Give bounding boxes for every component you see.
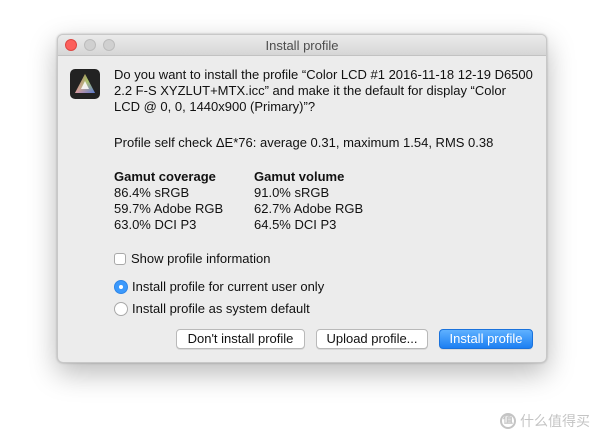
watermark-icon: 值 [500,413,516,429]
show-profile-info-option[interactable]: Show profile information [114,251,270,267]
watermark-text: 什么值得买 [520,413,590,429]
app-icon [70,69,100,99]
gamut-volume-row: 62.7% Adobe RGB [254,201,364,216]
install-current-user-radio[interactable] [114,280,128,294]
install-system-default-option[interactable]: Install profile as system default [114,301,310,317]
install-system-default-label: Install profile as system default [132,301,310,316]
gamut-coverage-row: 86.4% sRGB [114,185,190,200]
gamut-coverage-header: Gamut coverage [114,169,216,184]
install-question: Do you want to install the profile “Colo… [114,67,533,114]
install-profile-window: Install profile Do you want to install t… [57,34,547,363]
gamut-coverage-row: 59.7% Adobe RGB [114,201,224,216]
gamut-volume-row: 91.0% sRGB [254,185,330,200]
self-check-summary: Profile self check ΔE*76: average 0.31, … [114,135,494,150]
install-profile-button[interactable]: Install profile [439,329,533,349]
install-system-default-radio[interactable] [114,302,128,316]
gamut-coverage-row: 63.0% DCI P3 [114,217,197,232]
titlebar: Install profile [58,35,546,56]
show-profile-info-label: Show profile information [131,251,271,266]
dont-install-button[interactable]: Don't install profile [176,329,305,349]
gamut-volume-header: Gamut volume [254,169,345,184]
show-profile-info-checkbox[interactable] [114,253,126,265]
gamut-volume-column: Gamut volume 91.0% sRGB 62.7% Adobe RGB … [254,169,363,233]
upload-profile-button[interactable]: Upload profile... [316,329,428,349]
install-current-user-option[interactable]: Install profile for current user only [114,279,324,295]
install-current-user-label: Install profile for current user only [132,279,325,294]
gamut-coverage-column: Gamut coverage 86.4% sRGB 59.7% Adobe RG… [114,169,223,233]
window-title: Install profile [265,38,339,53]
gamut-volume-row: 64.5% DCI P3 [254,217,337,232]
watermark: 值 什么值得买 [500,411,590,431]
